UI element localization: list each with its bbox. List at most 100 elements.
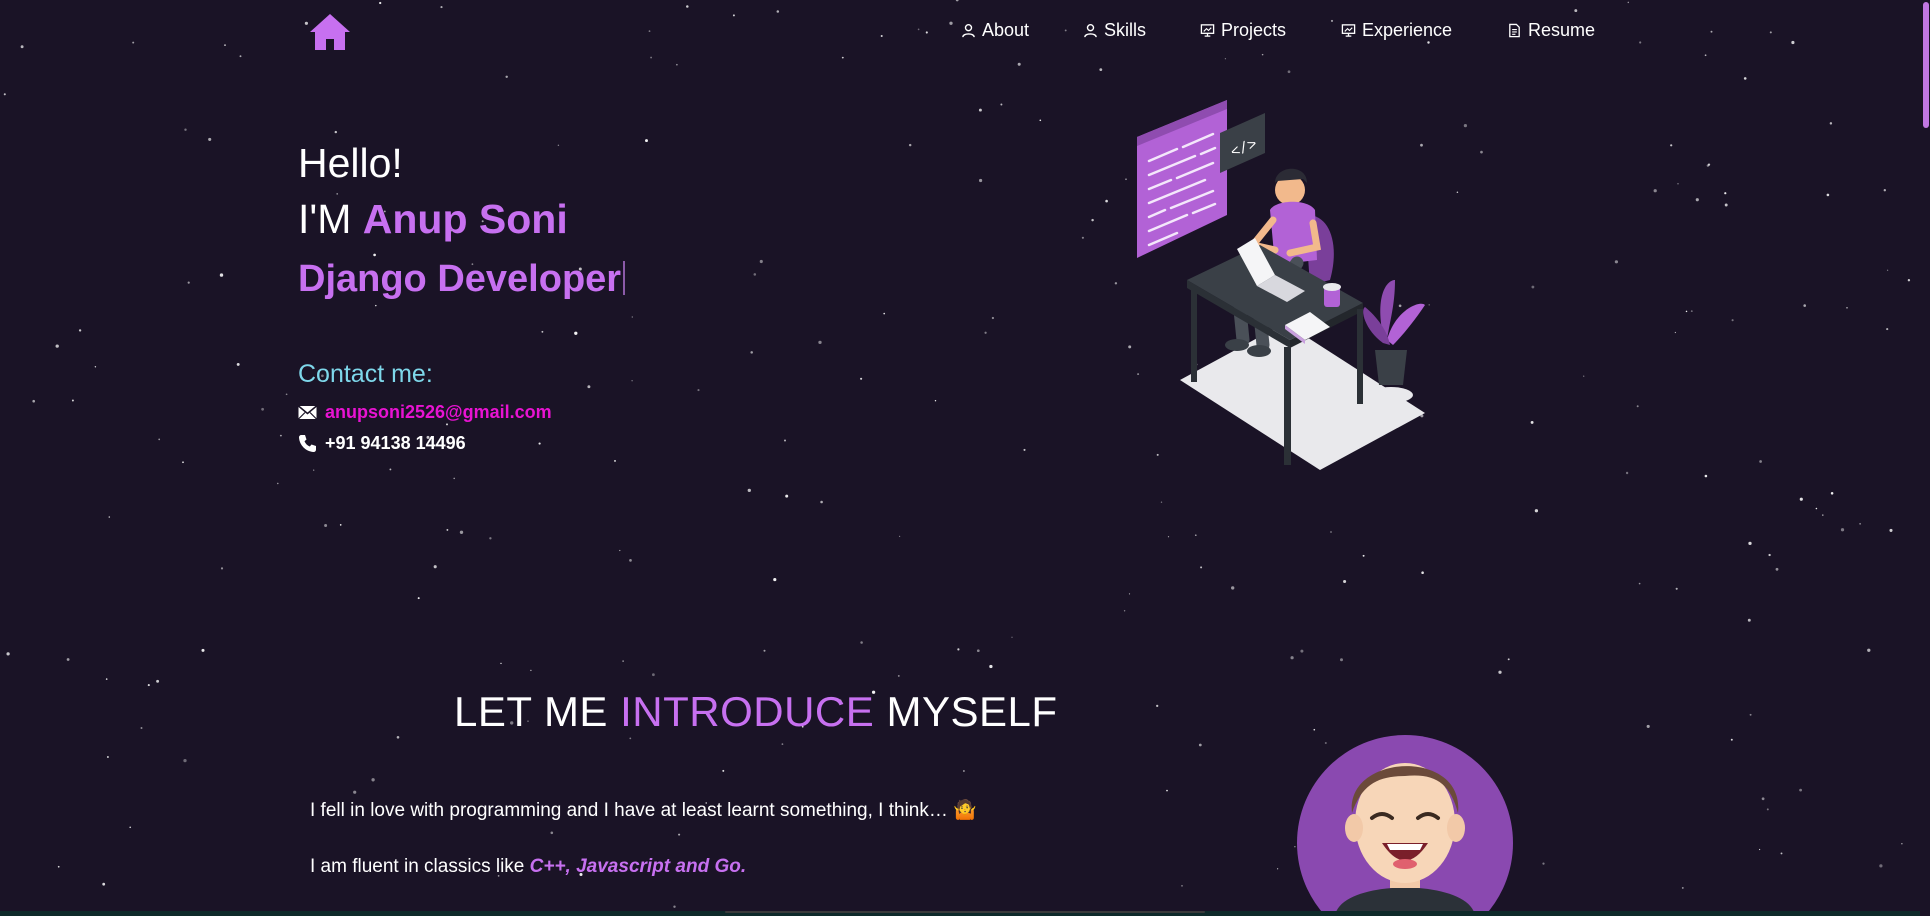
nav-about-label: About [982,20,1030,40]
intro-heading: LET ME INTRODUCE MYSELF [454,688,1058,736]
star [550,831,554,835]
star [1017,62,1021,66]
nav-about[interactable]: About [961,20,1029,41]
star [1156,704,1159,708]
star [1685,310,1688,313]
nav-resume[interactable]: Resume [1507,20,1595,41]
star [1799,497,1803,501]
star [389,468,392,471]
star [379,1,382,5]
star [917,28,920,31]
star [841,56,844,59]
star [1105,199,1108,203]
star [1583,375,1585,377]
star [1330,531,1332,533]
nav-experience[interactable]: Experience [1341,20,1452,41]
star [1743,77,1747,80]
star [500,662,502,665]
role-text: Django Developer [298,258,622,300]
star [908,143,912,147]
presentation-icon [1341,24,1356,37]
star [102,882,106,886]
star [781,743,784,745]
star [1768,553,1771,557]
star [371,778,375,782]
star [750,351,753,354]
nav-projects[interactable]: Projects [1200,20,1286,41]
star [208,137,212,141]
star [57,865,60,868]
im-prefix: I'M [298,196,352,242]
star [1867,648,1871,652]
contact-title: Contact me: [298,360,433,388]
star [375,304,377,307]
star [459,530,464,534]
star [979,178,983,183]
star [1081,236,1084,239]
star [1362,554,1365,557]
star [650,56,653,59]
star [219,273,224,277]
star [324,524,328,527]
home-button[interactable] [308,12,352,52]
star [1846,306,1848,309]
star [1198,743,1202,747]
star [1766,808,1769,811]
star [1114,282,1118,285]
star [261,407,264,411]
star [776,10,780,13]
star [1099,68,1103,71]
star [1775,567,1779,571]
star [784,439,786,442]
star [396,736,400,739]
star [753,273,757,276]
star [1815,507,1818,510]
nav-skills-label: Skills [1104,20,1147,40]
star [1731,319,1734,322]
star [55,344,59,348]
star [1167,536,1170,538]
star [1886,328,1889,331]
star [1160,501,1163,503]
star [820,500,823,504]
phone-number: +91 94138 14496 [325,433,466,453]
star [1690,310,1693,313]
star [1749,713,1752,716]
email-link[interactable]: anupsoni2526@gmail.com [325,402,552,423]
presentation-icon [1200,24,1215,37]
scrollbar[interactable] [1920,0,1930,916]
star [1761,797,1765,801]
star [453,477,455,480]
star [1128,593,1131,595]
star [1829,122,1833,125]
star [1704,54,1707,57]
scrollbar-thumb[interactable] [1923,2,1929,128]
person-name: Anup Soni [362,196,568,242]
star [1638,582,1641,585]
star [1883,189,1886,192]
star [925,31,928,34]
star [1194,534,1197,537]
star [279,434,282,437]
star [1421,571,1424,574]
star [1681,886,1684,889]
nav-resume-label: Resume [1528,20,1596,40]
star [976,649,980,653]
contact-email[interactable]: anupsoni2526@gmail.com [298,402,552,423]
star [883,312,886,315]
star [334,130,337,134]
star [1200,566,1203,569]
star [440,6,443,9]
star [1639,41,1642,44]
star [1840,528,1845,532]
contact-phone: +91 94138 14496 [298,433,466,454]
languages-highlight: C++, Javascript and Go. [529,856,747,877]
star [629,737,632,740]
nav-skills[interactable]: Skills [1083,20,1146,41]
star [6,652,10,656]
star [1166,789,1168,792]
star [1889,528,1893,532]
star [631,380,633,382]
star [989,664,993,669]
star [1780,852,1783,855]
